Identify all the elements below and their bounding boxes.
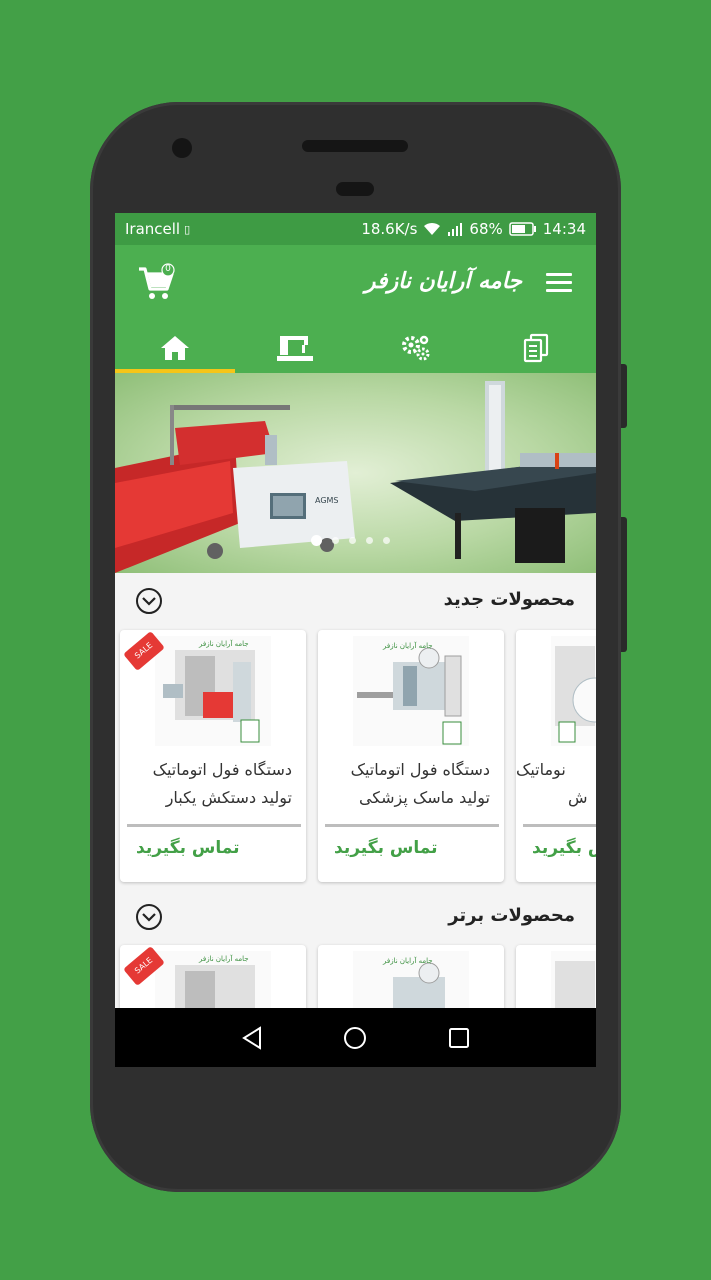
tab-machines[interactable] [235,323,355,373]
product-card[interactable]: جامه آرایان نازفر دستگاه فول اتوماتیک تو… [318,630,504,882]
product-title-line: تولید ماسک پزشکی [358,788,490,807]
product-title-line: دستگاه فول اتوماتیک [152,760,292,779]
volume-button [621,364,627,428]
tab-services[interactable] [356,323,476,373]
slider-dots [311,535,390,546]
front-sensor [172,138,192,158]
product-title: دستگاه فول اتوماتیک تولید ماسک پزشکی [324,756,490,812]
contact-us-button[interactable]: تماس بگیرید [136,838,240,858]
home-icon [161,336,190,360]
tab-documents[interactable] [476,323,596,373]
earpiece-speaker [302,140,408,152]
section-title: محصولات برتر [448,905,575,926]
sewing-machine-icon [277,336,314,361]
network-speed: 18.6K/s [361,220,418,238]
slider-dot[interactable] [349,537,356,544]
chevron-down-icon[interactable] [135,587,163,615]
divider [127,824,301,827]
hamburger-menu-button[interactable] [546,273,572,293]
svg-text:جامه آرایان نازفر: جامه آرایان نازفر [382,956,433,965]
top-products-header: محصولات برتر [115,891,596,943]
menu-line-icon [546,281,572,284]
new-products-header: محصولات جدید [115,575,596,627]
app-screen: Irancell ▯ 18.6K/s 68% 14:34 0 جامه آرای… [115,213,596,1067]
wifi-icon [424,222,441,235]
tab-home[interactable] [115,323,236,373]
divider [325,824,499,827]
product-title-line: دستگاه فول اتوماتیک [350,760,490,779]
svg-text:جامه آرایان نازفر: جامه آرایان نازفر [198,639,249,648]
signal-icon [448,223,463,236]
product-image: جامه آرایان نازفر [353,636,469,746]
product-title: نوماتیک ش [516,756,596,812]
product-title-line: ش [568,788,588,807]
product-title-line: نوماتیک [516,760,566,779]
app-title: جامه آرایان نازفر [364,269,522,294]
documents-icon [523,333,548,363]
back-icon[interactable] [241,1025,263,1050]
product-card[interactable]: نوماتیک ش تماس بگیرید [516,630,596,882]
product-image [551,636,596,746]
slider-dot[interactable] [366,537,373,544]
status-bar: Irancell ▯ 18.6K/s 68% 14:34 [115,213,596,245]
mask-machine-image: جامه آرایان نازفر [357,641,462,745]
power-button [621,517,627,652]
contact-us-button[interactable]: تماس بگیرید [334,838,438,858]
svg-text:جامه آرایان نازفر: جامه آرایان نازفر [382,641,433,650]
app-bar: 0 جامه آرایان نازفر [115,245,596,323]
gears-icon [401,335,430,361]
tab-bar [115,323,596,373]
carrier-label: Irancell [125,220,181,238]
cart-button[interactable]: 0 [137,263,177,303]
battery-icon [509,222,536,236]
home-circle-icon[interactable] [343,1026,367,1050]
svg-text:جامه آرایان نازفر: جامه آرایان نازفر [198,954,249,963]
slider-dot[interactable] [332,537,339,544]
section-title: محصولات جدید [443,589,575,610]
cart-count-badge: 0 [165,264,171,274]
svg-text:AGMS: AGMS [315,496,339,505]
slider-dot[interactable] [383,537,390,544]
product-title-line: تولید دستکش یکبار [165,788,292,807]
menu-line-icon [546,289,572,292]
menu-line-icon [546,273,572,276]
clock: 14:34 [542,220,586,238]
contact-us-button[interactable]: تماس بگیرید [532,838,596,858]
glove-machine-image: جامه آرایان نازفر [163,639,260,743]
slider-dot[interactable] [311,535,322,546]
chevron-down-icon[interactable] [135,903,163,931]
product-image: جامه آرایان نازفر [155,636,271,746]
recents-icon[interactable] [448,1027,470,1049]
product-title: دستگاه فول اتوماتیک تولید دستکش یکبار [126,756,292,812]
battery-percent: 68% [469,220,503,238]
system-navigation-bar [115,1008,596,1067]
partial-machine-image [555,646,596,743]
product-card[interactable]: جامه آرایان نازفر SALE دستگاه فول اتومات… [120,630,306,882]
front-camera [336,182,374,196]
promo-banner-slider[interactable]: AGMS [115,373,596,573]
divider [523,824,596,827]
vibrate-icon: ▯ [184,222,191,236]
